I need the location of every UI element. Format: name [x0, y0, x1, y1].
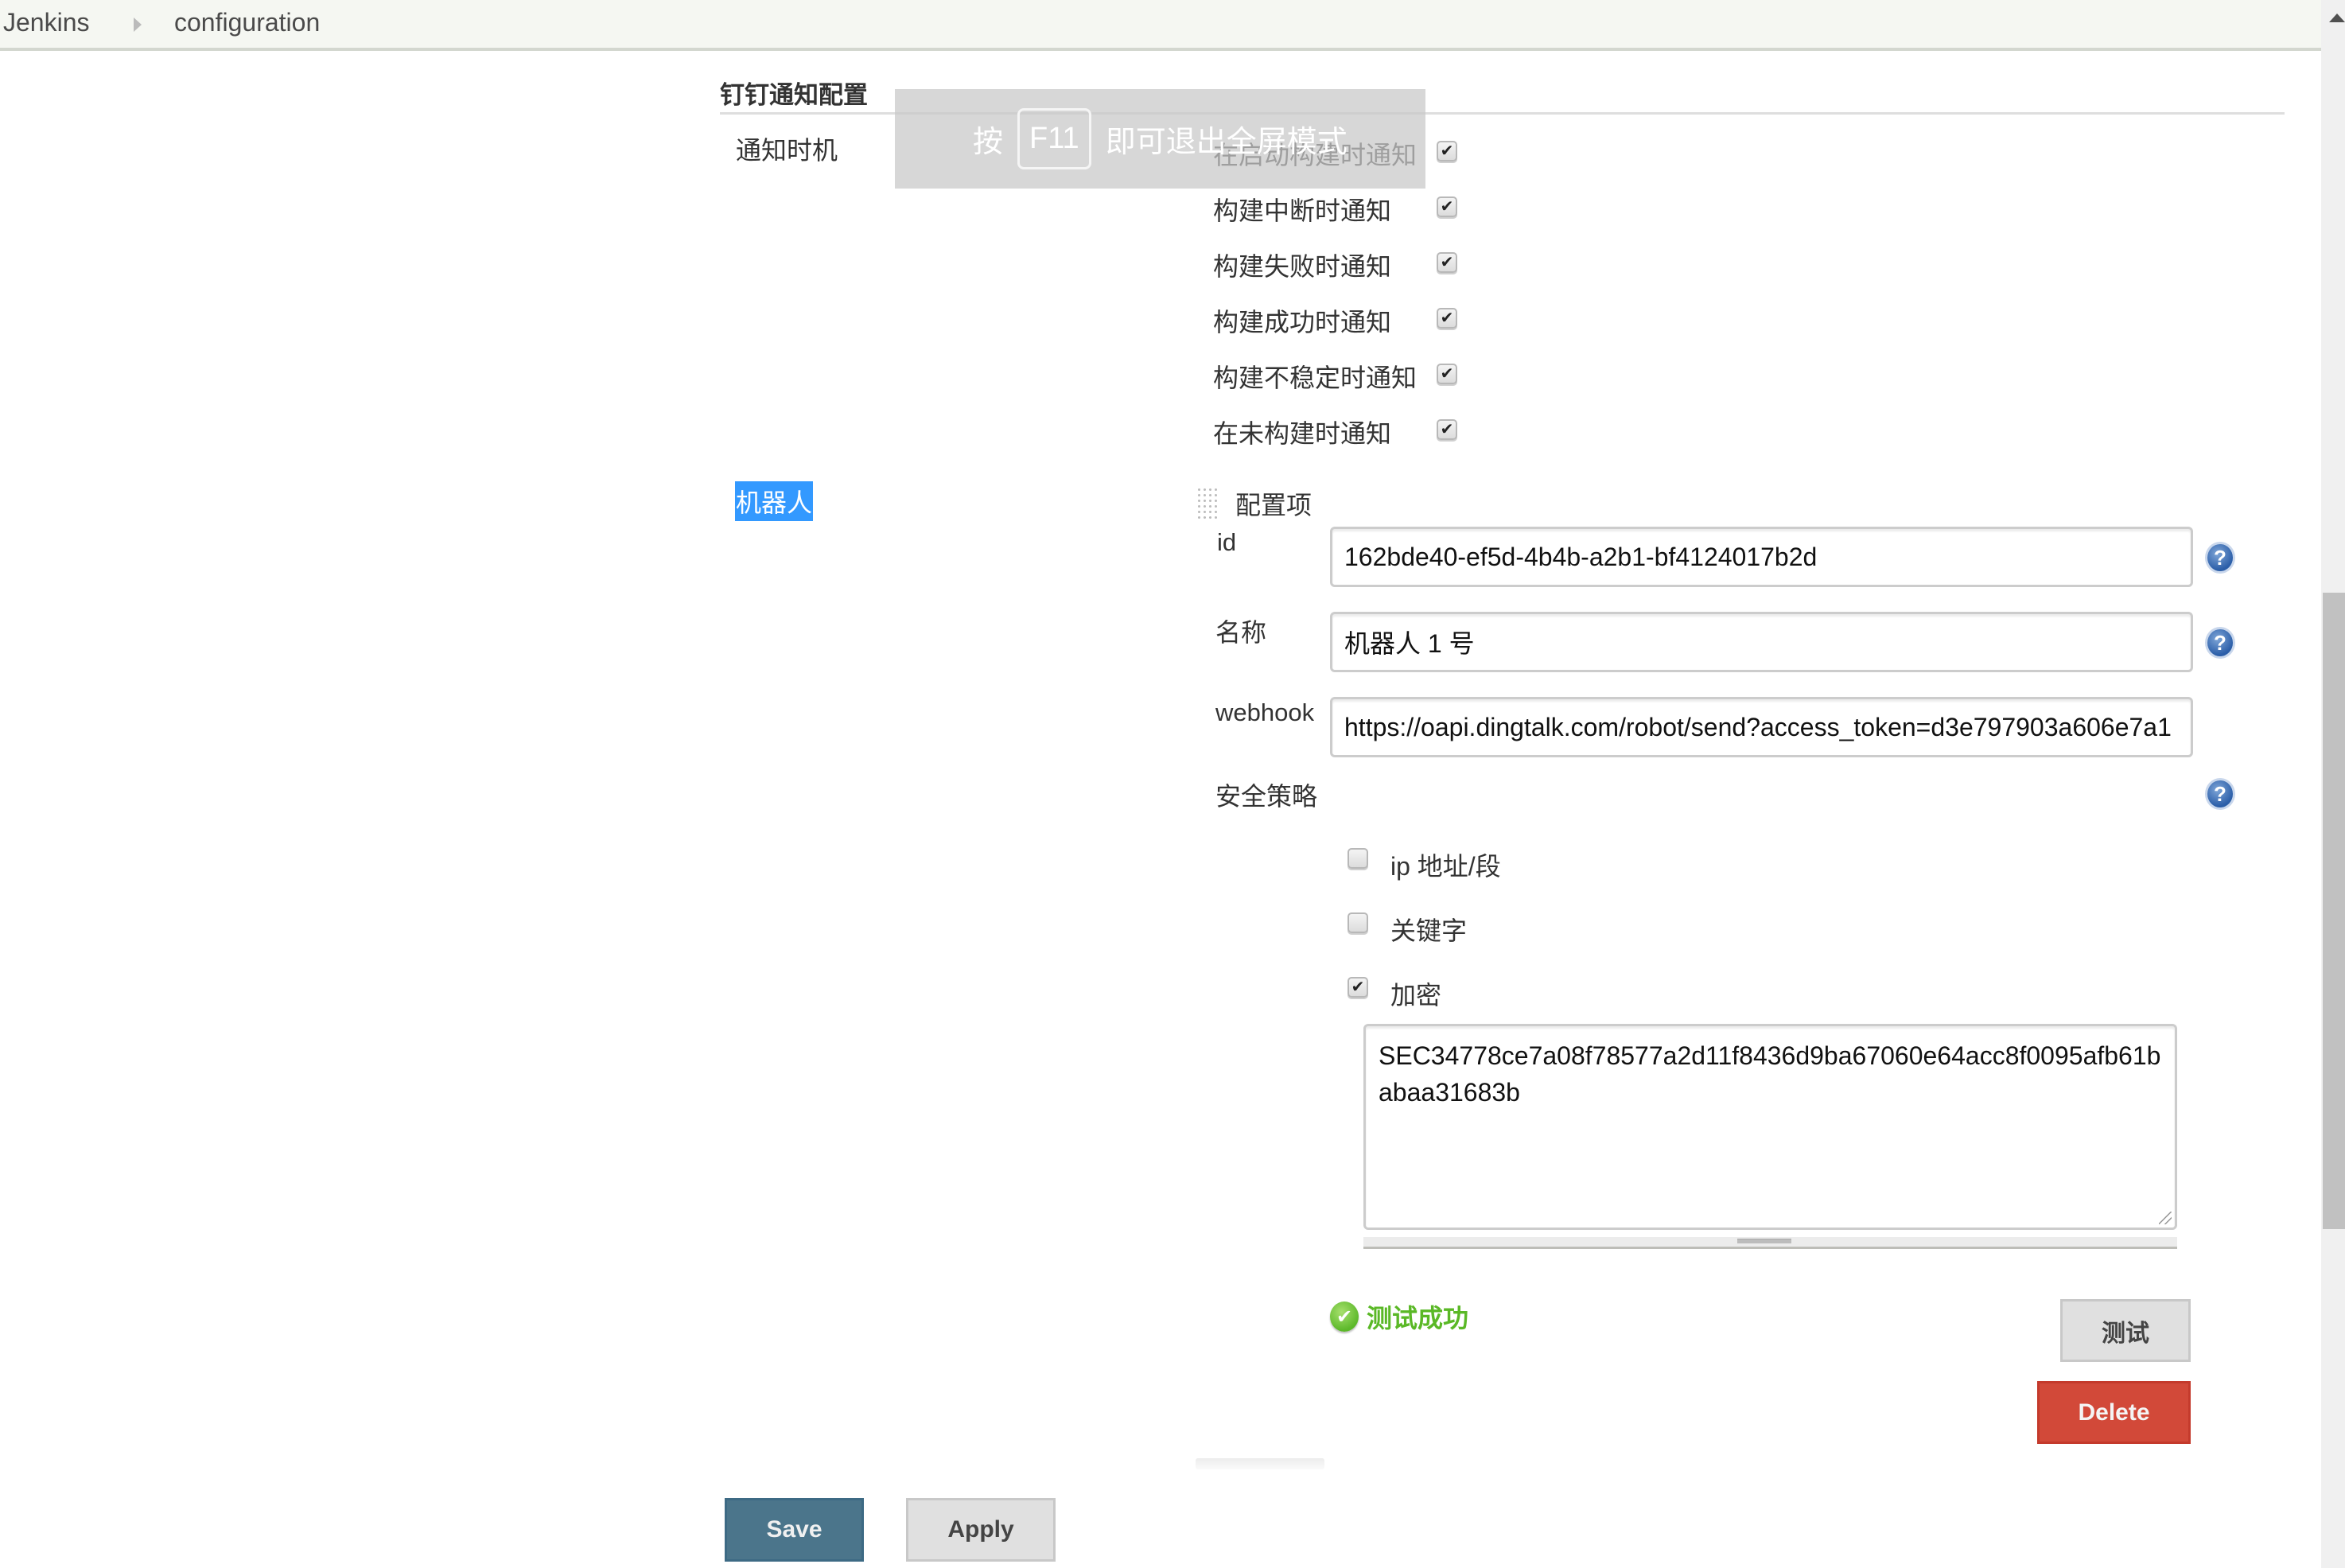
secret-textarea[interactable]: SEC34778ce7a08f78577a2d11f8436d9ba67060e…: [1363, 1024, 2177, 1230]
check-icon: ✔: [1440, 309, 1454, 327]
check-icon: ✔: [1440, 254, 1454, 271]
notify-on-not-built-checkbox[interactable]: ✔: [1437, 419, 1457, 440]
notify-on-failure-checkbox[interactable]: ✔: [1437, 252, 1457, 273]
resize-handle-icon[interactable]: [1737, 1239, 1791, 1243]
help-glyph: ?: [2214, 781, 2226, 806]
webhook-label: webhook: [1215, 698, 1315, 726]
drag-handle-icon[interactable]: [1196, 487, 1219, 520]
notify-option-label: 构建失败时通知: [1213, 252, 1392, 281]
robot-label: 机器人: [735, 481, 814, 521]
security-option-label: 关键字: [1390, 916, 1468, 945]
security-option-label: 加密: [1390, 981, 1442, 1010]
breadcrumb-separator-icon: [134, 18, 142, 32]
id-label: id: [1217, 528, 1237, 556]
check-icon: ✔: [1351, 979, 1365, 996]
help-icon[interactable]: ?: [2205, 627, 2235, 659]
name-input[interactable]: 机器人 1 号: [1330, 612, 2193, 672]
breadcrumb-jenkins[interactable]: Jenkins: [3, 8, 90, 37]
notify-on-unstable-checkbox[interactable]: ✔: [1437, 364, 1457, 384]
security-policy-label: 安全策略: [1215, 782, 1318, 811]
id-input[interactable]: 162bde40-ef5d-4b4b-a2b1-bf4124017b2d: [1330, 527, 2193, 587]
notify-option-label: 构建不稳定时通知: [1213, 364, 1418, 392]
name-label: 名称: [1215, 618, 1267, 647]
check-icon: ✔: [1440, 421, 1454, 438]
breadcrumb-configuration[interactable]: configuration: [174, 8, 320, 37]
fullscreen-exit-toast: 按 F11 即可退出全屏模式: [895, 89, 1425, 189]
check-icon: ✔: [1440, 142, 1454, 160]
security-ip-checkbox[interactable]: [1348, 848, 1368, 869]
toast-suffix: 即可退出全屏模式: [1105, 126, 1348, 159]
test-button[interactable]: 测试: [2060, 1299, 2191, 1362]
scroll-up-arrow-icon[interactable]: [2329, 14, 2345, 22]
security-keyword-checkbox[interactable]: [1348, 912, 1368, 933]
check-icon: ✔: [1440, 365, 1454, 383]
apply-button[interactable]: Apply: [906, 1498, 1056, 1562]
security-option-label: ip 地址/段: [1390, 852, 1501, 881]
notify-option-label: 构建中断时通知: [1213, 196, 1392, 225]
scrollbar-thumb[interactable]: [2323, 593, 2345, 1229]
notify-timing-label: 通知时机: [736, 136, 838, 165]
check-glyph: ✔: [1336, 1305, 1353, 1328]
check-icon: ✔: [1440, 198, 1454, 216]
notify-on-start-checkbox[interactable]: ✔: [1437, 141, 1457, 161]
notify-on-abort-checkbox[interactable]: ✔: [1437, 196, 1457, 217]
breadcrumb-bar: Jenkins configuration: [0, 0, 2321, 51]
notify-on-success-checkbox[interactable]: ✔: [1437, 308, 1457, 329]
help-icon[interactable]: ?: [2205, 778, 2235, 810]
help-glyph: ?: [2214, 630, 2226, 655]
resize-grip-icon[interactable]: [2159, 1212, 2172, 1224]
f11-key-badge: F11: [1017, 108, 1091, 169]
textarea-resize-bar[interactable]: [1363, 1237, 2177, 1249]
help-icon[interactable]: ?: [2205, 542, 2235, 574]
test-status-text: 测试成功: [1367, 1304, 1469, 1333]
add-robot-button[interactable]: [1196, 1458, 1324, 1469]
delete-robot-button[interactable]: Delete: [2037, 1381, 2191, 1444]
notify-option-label: 构建成功时通知: [1213, 308, 1392, 337]
webhook-input[interactable]: https://oapi.dingtalk.com/robot/send?acc…: [1330, 697, 2193, 757]
secret-value: SEC34778ce7a08f78577a2d11f8436d9ba67060e…: [1379, 1041, 2161, 1107]
section-title: 钉钉通知配置: [720, 81, 868, 109]
robot-config-header: 配置项: [1235, 491, 1312, 519]
vertical-scrollbar[interactable]: [2321, 0, 2345, 1568]
success-check-icon: ✔: [1330, 1301, 1359, 1332]
toast-prefix: 按: [973, 126, 1004, 159]
help-glyph: ?: [2214, 545, 2226, 570]
security-encrypt-checkbox[interactable]: ✔: [1348, 977, 1368, 998]
notify-option-label: 在未构建时通知: [1213, 419, 1392, 448]
save-button[interactable]: Save: [725, 1498, 864, 1562]
